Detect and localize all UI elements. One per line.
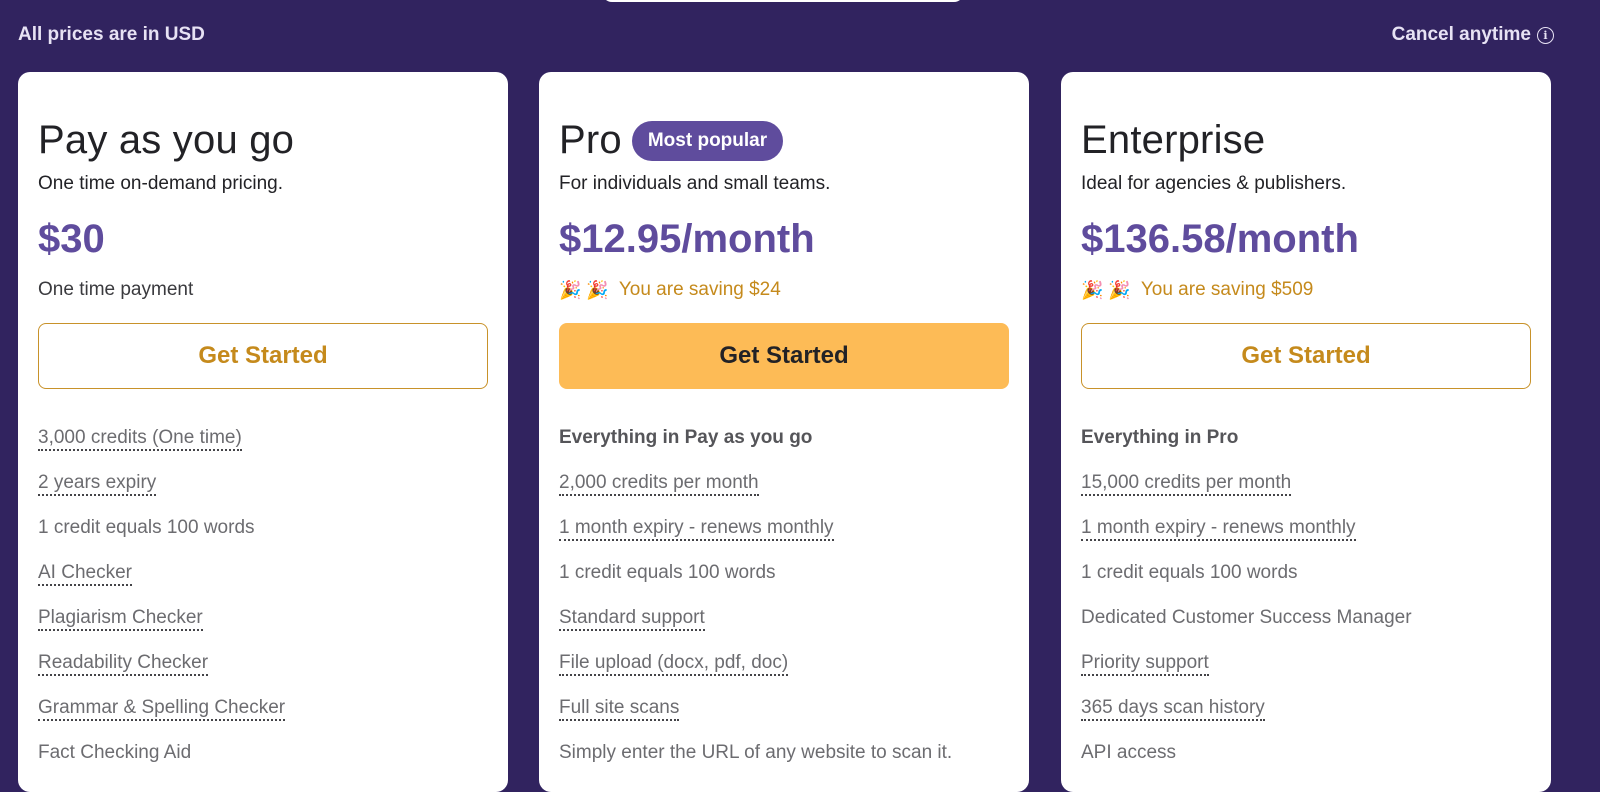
plan-price: $30 xyxy=(38,217,105,261)
plan-header: Pay as you go xyxy=(38,116,488,164)
feature-list: Everything in Pro 15,000 credits per mon… xyxy=(1081,427,1531,787)
feature-item[interactable]: AI Checker xyxy=(38,562,488,607)
feature-item: 1 credit equals 100 words xyxy=(38,517,255,538)
feature-item[interactable]: 15,000 credits per month xyxy=(1081,472,1531,517)
feature-item[interactable]: 2,000 credits per month xyxy=(559,472,1009,517)
prices-currency-note: All prices are in USD xyxy=(18,24,205,45)
feature-item: API access xyxy=(1081,742,1177,763)
party-popper-icon: 🎉 🎉 xyxy=(1081,279,1131,300)
feature-item: Simply enter the URL of any website to s… xyxy=(559,742,953,763)
get-started-button[interactable]: Get Started xyxy=(38,323,488,389)
feature-item[interactable]: Grammar & Spelling Checker xyxy=(38,697,488,742)
party-popper-icon: 🎉 🎉 xyxy=(559,279,609,300)
feature-list: Everything in Pay as you go 2,000 credit… xyxy=(559,427,1009,787)
feature-item: Dedicated Customer Success Manager xyxy=(1081,607,1412,628)
cancel-anytime[interactable]: Cancel anytime i xyxy=(1392,24,1554,46)
feature-item[interactable]: 3,000 credits (One time) xyxy=(38,427,488,472)
savings-text: You are saving $24 xyxy=(618,279,781,300)
feature-item[interactable]: Standard support xyxy=(559,607,1009,652)
plan-name: Pro xyxy=(559,117,622,162)
billing-toggle[interactable] xyxy=(602,0,964,2)
feature-item[interactable]: Plagiarism Checker xyxy=(38,607,488,652)
plan-header: Pro Most popular xyxy=(559,116,1009,164)
plan-header: Enterprise xyxy=(1081,116,1531,164)
feature-item[interactable]: Priority support xyxy=(1081,652,1531,697)
feature-heading: Everything in Pay as you go xyxy=(559,427,813,448)
savings-text: You are saving $509 xyxy=(1140,279,1314,300)
plan-price: $136.58/month xyxy=(1081,217,1359,261)
payment-note: One time payment xyxy=(38,279,194,300)
get-started-button[interactable]: Get Started xyxy=(1081,323,1531,389)
plan-card-enterprise: Enterprise Ideal for agencies & publishe… xyxy=(1061,72,1551,792)
feature-item[interactable]: File upload (docx, pdf, doc) xyxy=(559,652,1009,697)
feature-heading: Everything in Pro xyxy=(1081,427,1239,448)
most-popular-badge: Most popular xyxy=(631,121,784,161)
feature-item[interactable]: 1 month expiry - renews monthly xyxy=(1081,517,1531,562)
feature-item: Fact Checking Aid xyxy=(38,742,192,763)
cancel-anytime-label: Cancel anytime xyxy=(1391,24,1531,45)
plan-description: One time on-demand pricing. xyxy=(38,173,284,194)
savings-note: 🎉 🎉 You are saving $24 xyxy=(559,277,1009,303)
get-started-button[interactable]: Get Started xyxy=(559,323,1009,389)
plan-name: Enterprise xyxy=(1081,117,1266,162)
feature-item[interactable]: 2 years expiry xyxy=(38,472,488,517)
savings-note: 🎉 🎉 You are saving $509 xyxy=(1081,277,1531,303)
plan-price: $12.95/month xyxy=(559,217,815,261)
plan-description: Ideal for agencies & publishers. xyxy=(1081,173,1347,194)
plan-name: Pay as you go xyxy=(38,117,295,162)
info-icon[interactable]: i xyxy=(1537,26,1554,44)
feature-item: 1 credit equals 100 words xyxy=(559,562,776,583)
feature-item: 1 credit equals 100 words xyxy=(1081,562,1298,583)
feature-item[interactable]: Readability Checker xyxy=(38,652,488,697)
feature-item[interactable]: 1 month expiry - renews monthly xyxy=(559,517,1009,562)
plan-description: For individuals and small teams. xyxy=(559,173,831,194)
plan-card-pro: Pro Most popular For individuals and sma… xyxy=(539,72,1029,792)
plan-card-pay-as-you-go: Pay as you go One time on-demand pricing… xyxy=(18,72,508,792)
feature-item[interactable]: Full site scans xyxy=(559,697,1009,742)
feature-item[interactable]: 365 days scan history xyxy=(1081,697,1531,742)
feature-list: 3,000 credits (One time) 2 years expiry … xyxy=(38,427,488,787)
